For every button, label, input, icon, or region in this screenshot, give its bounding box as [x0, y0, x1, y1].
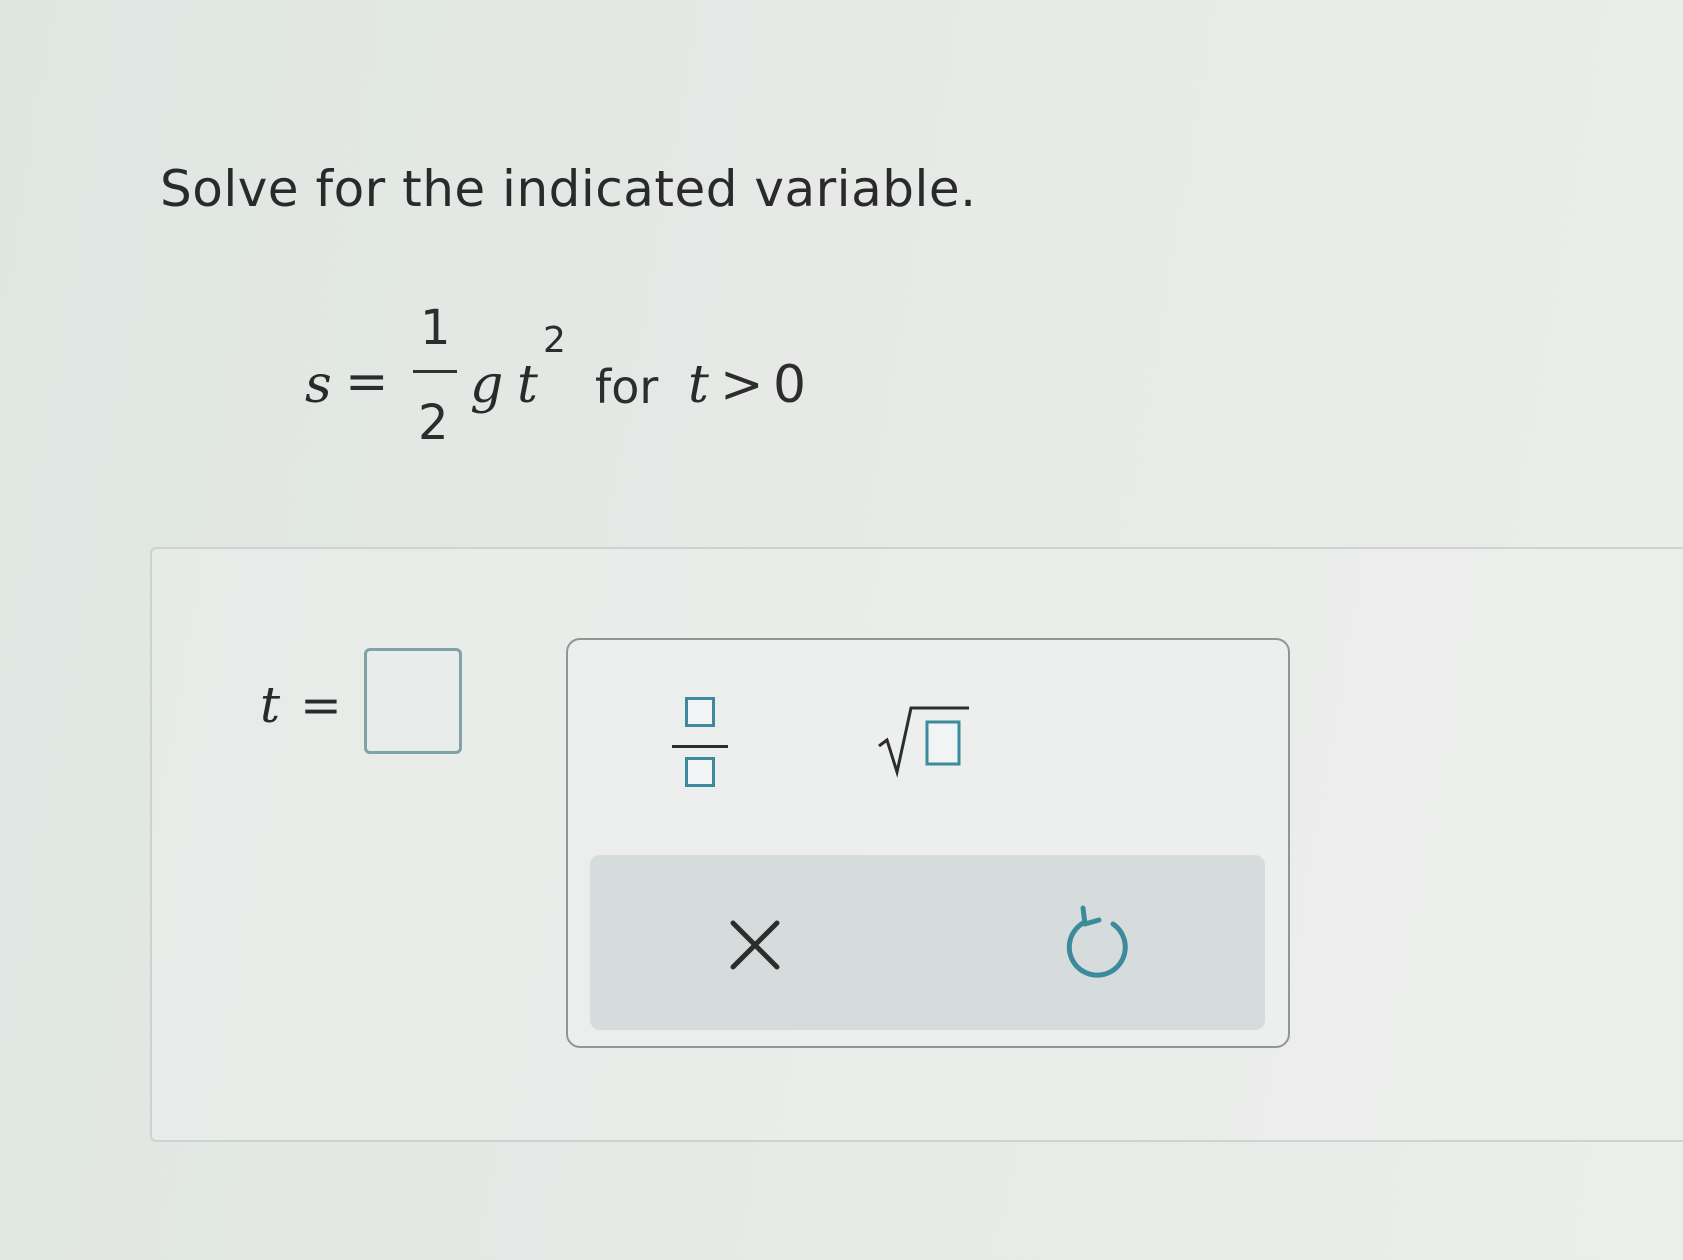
equation-factor-g: g	[470, 355, 504, 415]
equation-equals-sign: =	[345, 352, 389, 412]
undo-button[interactable]	[1055, 900, 1145, 990]
answer-input[interactable]	[364, 648, 462, 754]
square-root-button[interactable]	[870, 690, 980, 790]
condition-variable: t	[688, 355, 709, 415]
equation-exponent: 2	[543, 320, 566, 361]
keypad-action-bar	[590, 855, 1265, 1030]
fraction-button[interactable]	[660, 685, 740, 805]
condition-word: for	[595, 360, 659, 414]
clear-button[interactable]	[715, 905, 795, 985]
fraction-bar	[413, 370, 457, 373]
condition-operator: >	[720, 355, 764, 415]
equation-factor-t: t	[517, 355, 538, 415]
problem-instruction: Solve for the indicated variable.	[160, 160, 977, 218]
answer-equals-sign: =	[300, 676, 342, 734]
fraction-denominator: 2	[418, 395, 449, 451]
equation-lhs-variable: s	[305, 355, 332, 415]
fraction-numerator: 1	[420, 300, 451, 356]
close-icon	[715, 920, 795, 988]
answer-variable-label: t	[260, 676, 281, 734]
given-equation: s = 1 2 g t 2 for t > 0	[305, 300, 825, 460]
undo-icon	[1055, 905, 1145, 993]
condition-value: 0	[773, 355, 807, 415]
